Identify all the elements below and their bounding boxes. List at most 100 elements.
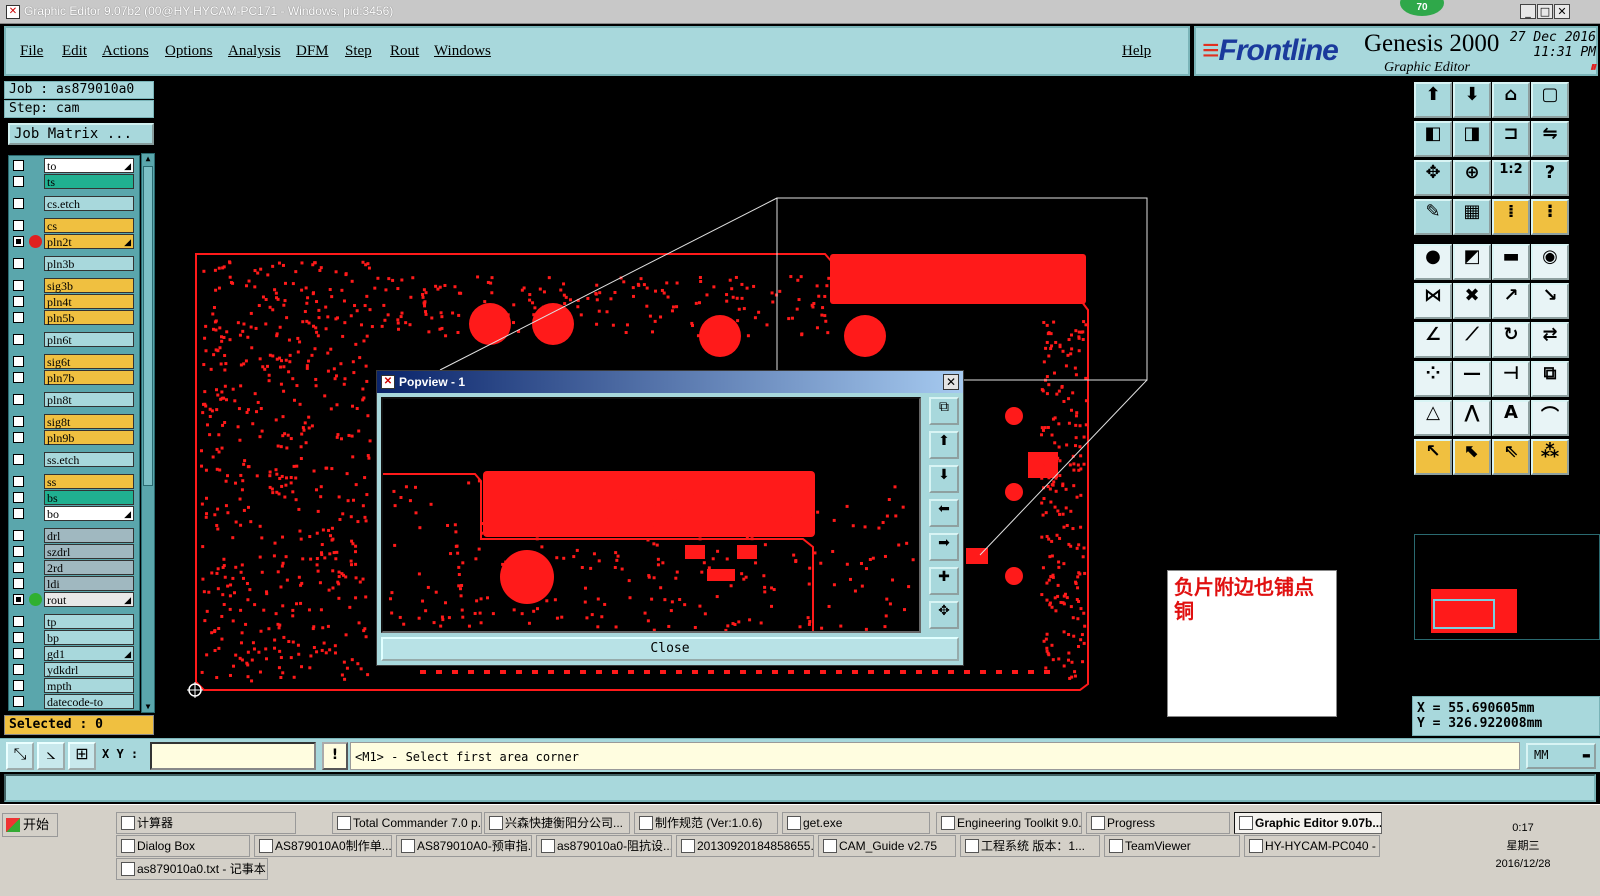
record-icon[interactable]: ● (1414, 244, 1452, 280)
taskbar-button[interactable]: AS879010A0-预审指... (396, 835, 532, 857)
start-button[interactable]: 开始 (2, 813, 58, 837)
notification-badge[interactable]: 70 (1400, 0, 1444, 16)
layer-name[interactable]: pln7b (44, 370, 134, 385)
rotate-icon[interactable]: ↻ (1492, 322, 1530, 358)
scroll-up-icon[interactable]: ▲ (143, 154, 153, 164)
layer-row-mpth[interactable]: mpth (9, 678, 139, 693)
layer-checkbox[interactable] (13, 416, 24, 427)
layer-checkbox[interactable] (13, 648, 24, 659)
layer-row-ydkdrl[interactable]: ydkdrl (9, 662, 139, 677)
layer-row-ldi[interactable]: ldi (9, 576, 139, 591)
net-icon[interactable]: ⋈ (1414, 283, 1452, 319)
layer-checkbox[interactable] (13, 356, 24, 367)
layer-row-pln7b[interactable]: pln7b (9, 370, 139, 385)
popview-close-icon[interactable]: ✕ (943, 374, 959, 390)
pointer-icon[interactable]: ↖ (1414, 439, 1452, 475)
layer-row-tp[interactable]: tp (9, 614, 139, 629)
layer-row-ts[interactable]: ts (9, 174, 139, 189)
layer-row-2rd[interactable]: 2rd (9, 560, 139, 575)
layer-checkbox[interactable] (13, 476, 24, 487)
popview-close-button[interactable]: Close (381, 637, 959, 661)
layer-name[interactable]: mpth (44, 678, 134, 693)
grid-view-icon[interactable]: ▦ (1453, 199, 1491, 235)
layer-row-ss[interactable]: ss (9, 474, 139, 489)
layer-checkbox[interactable] (13, 562, 24, 573)
system-clock[interactable]: 0:17 星期三 2016/12/28 (1484, 819, 1562, 873)
snap-icon[interactable]: ⦣ (37, 742, 65, 770)
line-draw-icon[interactable]: ∠ (1414, 322, 1452, 358)
taskbar-button[interactable]: 兴森快捷衡阳分公司... (484, 812, 630, 834)
layer-name[interactable]: pln9b (44, 430, 134, 445)
ruler-icon[interactable]: ▬ (1492, 244, 1530, 280)
popview-fit-icon[interactable]: ✥ (929, 601, 959, 629)
layer-checkbox[interactable] (13, 258, 24, 269)
layer-checkbox[interactable] (13, 198, 24, 209)
layer-name[interactable]: d (44, 710, 134, 711)
triangle-icon[interactable]: △ (1414, 400, 1452, 436)
layer-checkbox[interactable] (13, 594, 24, 605)
taskbar-button[interactable]: Total Commander 7.0 p... (332, 812, 482, 834)
layer-name[interactable]: pln3b (44, 256, 134, 271)
layer-name[interactable]: datecode-to (44, 694, 134, 709)
taskbar-button[interactable]: HY-HYCAM-PC040 - ... (1244, 835, 1380, 857)
popview-titlebar[interactable]: ✕ Popview - 1 ✕ (377, 371, 963, 393)
layer-checkbox[interactable] (13, 160, 24, 171)
menu-edit[interactable]: Edit (62, 43, 87, 60)
cross-icon[interactable]: ✖ (1453, 283, 1491, 319)
menu-analysis[interactable]: Analysis (228, 43, 281, 60)
taskbar-button[interactable]: TeamViewer (1104, 835, 1240, 857)
measure-icon[interactable]: ✎ (1414, 199, 1452, 235)
menu-options[interactable]: Options (165, 43, 213, 60)
taskbar-button[interactable]: AS879010A0制作单.... (254, 835, 392, 857)
layer-row-bs[interactable]: bs (9, 490, 139, 505)
pan-right-icon[interactable]: ◨ (1453, 121, 1491, 157)
popview-pan-left-icon[interactable]: ⬅ (929, 499, 959, 527)
layer-checkbox[interactable] (13, 334, 24, 345)
layer-scrollbar[interactable]: ▲ ▼ (141, 153, 155, 713)
layer-row-pln4t[interactable]: pln4t (9, 294, 139, 309)
taskbar-button[interactable]: 制作规范 (Ver:1.0.6) (634, 812, 778, 834)
layer-name[interactable]: rout ◢ (44, 592, 134, 607)
layer-name[interactable]: cs (44, 218, 134, 233)
layer-checkbox[interactable] (13, 508, 24, 519)
arc-icon[interactable]: ⌒ (1531, 400, 1569, 436)
navigator-panel[interactable] (1414, 534, 1600, 640)
pan-left-icon[interactable]: ◧ (1414, 121, 1452, 157)
layer-name[interactable]: pln2t ◢ (44, 234, 134, 249)
menu-step[interactable]: Step (345, 43, 372, 60)
swap-icon[interactable]: ⇋ (1531, 121, 1569, 157)
xy-input[interactable] (150, 742, 316, 770)
layer-checkbox[interactable] (13, 312, 24, 323)
layer-name[interactable]: ss.etch (44, 452, 134, 467)
layer-name[interactable]: to ◢ (44, 158, 134, 173)
layer-down-icon[interactable]: ⬇ (1453, 82, 1491, 118)
layer-row-pln2t[interactable]: pln2t ◢ (9, 234, 139, 249)
job-matrix-button[interactable]: Job Matrix ... (8, 123, 154, 145)
multi-select-icon[interactable]: ⁂ (1531, 439, 1569, 475)
layer-checkbox[interactable] (13, 296, 24, 307)
popview-pan-down-icon[interactable]: ⬇ (929, 465, 959, 493)
select-line-icon[interactable]: ◩ (1453, 244, 1491, 280)
pan-fit-icon[interactable]: ⊐ (1492, 121, 1530, 157)
menu-help[interactable]: Help (1122, 43, 1151, 60)
layer-checkbox[interactable] (13, 372, 24, 383)
layer-checkbox[interactable] (13, 546, 24, 557)
zoom-icon[interactable]: ⊕ (1453, 160, 1491, 196)
layer-name[interactable]: pln5b (44, 310, 134, 325)
layer-name[interactable]: 2rd (44, 560, 134, 575)
layer-checkbox[interactable] (13, 696, 24, 707)
units-select[interactable]: MM ▬ (1526, 743, 1596, 769)
layer-checkbox[interactable] (13, 176, 24, 187)
popview-pan-right-icon[interactable]: ➡ (929, 533, 959, 561)
layer-name[interactable]: pln8t (44, 392, 134, 407)
menu-rout[interactable]: Rout (390, 43, 419, 60)
layer-checkbox[interactable] (13, 432, 24, 443)
info-icon[interactable]: ! (322, 742, 348, 770)
taskbar-button[interactable]: get.exe (782, 812, 930, 834)
layer-name[interactable]: ydkdrl (44, 662, 134, 677)
layer-checkbox[interactable] (13, 632, 24, 643)
layers-icon[interactable]: ⁝ (1531, 199, 1569, 235)
close-button[interactable]: ✕ (1554, 4, 1570, 19)
layer-row-pln3b[interactable]: pln3b (9, 256, 139, 271)
highlight-icon[interactable]: ⁞ (1492, 199, 1530, 235)
